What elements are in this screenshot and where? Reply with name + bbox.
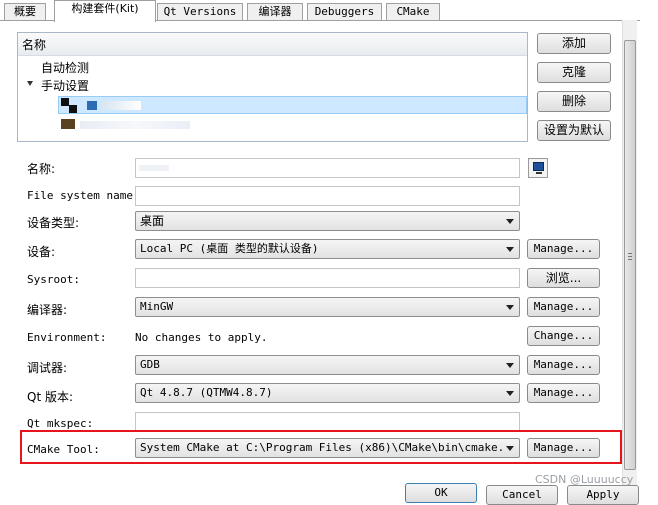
device-type-value: 桌面 [140,214,165,228]
tree-item-kit[interactable] [80,121,190,129]
redacted-text [139,165,169,171]
grip-line [628,256,632,257]
tab-compilers[interactable]: 编译器 [247,3,303,20]
tab-debuggers[interactable]: Debuggers [307,3,382,20]
monitor-stand [536,172,542,174]
kit-tree[interactable]: 名称 自动检测 手动设置 [17,32,528,142]
tab-label: 构建套件(Kit) [71,2,139,15]
name-label: 名称: [27,162,56,176]
tab-label: Debuggers [314,5,375,18]
tab-label: 编译器 [258,5,292,18]
chevron-down-icon [506,219,514,224]
debugger-label: 调试器: [27,361,68,375]
sysroot-label: Sysroot: [27,273,80,286]
kit-icon [61,98,69,106]
tree-item-manual[interactable]: 手动设置 [41,77,89,94]
sysroot-input[interactable] [135,268,520,288]
grip-line [628,253,632,254]
compiler-select[interactable]: MinGW [135,297,520,317]
tab-label: 概要 [14,5,36,18]
tab-qt-versions[interactable]: Qt Versions [157,3,243,20]
cmake-tool-select[interactable]: System CMake at C:\Program Files (x86)\C… [135,438,520,458]
compiler-value: MinGW [140,300,174,313]
cancel-button[interactable]: Cancel [486,485,558,505]
device-label: 设备: [27,245,56,259]
debugger-select[interactable]: GDB [135,355,520,375]
tree-item-auto-detect[interactable]: 自动检测 [41,59,89,76]
vertical-scrollbar[interactable] [622,20,637,498]
cmake-tool-label: CMake Tool: [27,443,100,456]
debugger-value: GDB [140,358,160,371]
scrollbar-thumb[interactable] [624,40,636,470]
tab-overview[interactable]: 概要 [4,3,46,20]
qt-version-value: Qt 4.8.7 (QTMW4.8.7) [140,386,273,399]
device-value: Local PC (桌面 类型的默认设备) [140,242,319,255]
device-type-select[interactable]: 桌面 [135,211,520,231]
qt-mkspec-input[interactable] [135,412,520,432]
qt-version-label: Qt 版本: [27,390,74,404]
cmake-tool-value: System CMake at C:\Program Files (x86)\C… [140,441,503,454]
expand-arrow-icon[interactable] [27,81,33,86]
watermark: CSDN @Luuuuccy [535,473,634,486]
tree-header-label: 名称 [22,38,47,52]
kit-icon-button[interactable] [528,158,548,178]
kit-icon-part [69,105,77,113]
kit-icon [61,119,75,129]
compiler-manage-button[interactable]: Manage... [527,297,600,317]
environment-label: Environment: [27,331,107,344]
qt-mkspec-label: Qt mkspec: [27,417,94,430]
device-manage-button[interactable]: Manage... [527,239,600,259]
device-select[interactable]: Local PC (桌面 类型的默认设备) [135,239,520,259]
chevron-down-icon [506,305,514,310]
name-input[interactable] [135,158,520,178]
clone-button[interactable]: 克隆 [537,62,611,83]
qt-version-select[interactable]: Qt 4.8.7 (QTMW4.8.7) [135,383,520,403]
redacted-text [101,101,141,110]
tree-header: 名称 [18,33,527,56]
device-type-label: 设备类型: [27,216,80,230]
compiler-label: 编译器: [27,303,68,317]
environment-value: No changes to apply. [135,331,268,344]
redacted-block [87,101,97,110]
tree-item-kit-selected[interactable] [58,96,527,114]
tab-label: Qt Versions [163,5,237,18]
monitor-icon [533,162,544,171]
add-button[interactable]: 添加 [537,33,611,54]
debugger-manage-button[interactable]: Manage... [527,355,600,375]
set-default-button[interactable]: 设置为默认 [537,120,611,141]
apply-button[interactable]: Apply [567,485,639,505]
ok-button[interactable]: OK [405,483,477,503]
chevron-down-icon [506,391,514,396]
cmake-tool-manage-button[interactable]: Manage... [527,438,600,458]
delete-button[interactable]: 删除 [537,91,611,112]
sysroot-browse-button[interactable]: 浏览... [527,268,600,288]
tab-label: CMake [396,5,430,18]
chevron-down-icon [506,363,514,368]
filesystem-label: File system name: [27,189,140,202]
filesystem-input[interactable] [135,186,520,206]
qt-version-manage-button[interactable]: Manage... [527,383,600,403]
chevron-down-icon [506,446,514,451]
chevron-down-icon [506,247,514,252]
tab-cmake[interactable]: CMake [386,3,440,20]
tab-kits[interactable]: 构建套件(Kit) [54,0,156,22]
grip-line [628,259,632,260]
environment-change-button[interactable]: Change... [527,326,600,346]
